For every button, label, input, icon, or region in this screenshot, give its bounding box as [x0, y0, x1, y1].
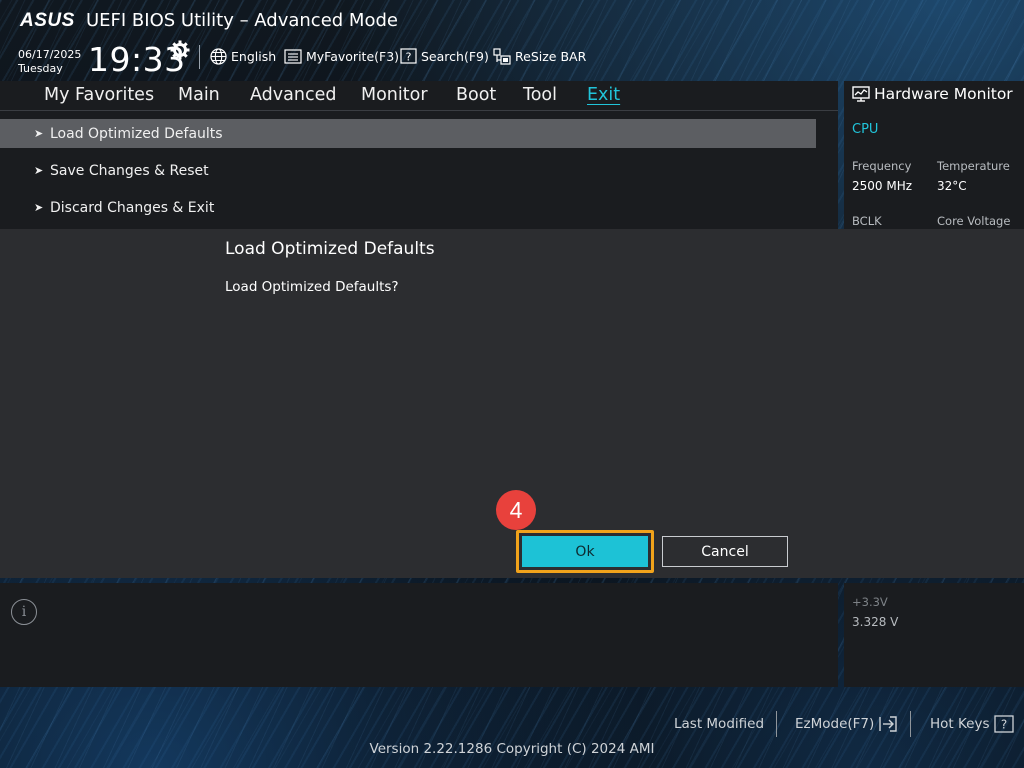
dialog-title: Load Optimized Defaults	[225, 239, 435, 259]
step-number-badge: 4	[496, 490, 536, 530]
ezmode-label: EzMode(F7)	[795, 716, 875, 732]
temperature-label: Temperature	[937, 159, 1010, 173]
version-text: Version 2.22.1286 Copyright (C) 2024 AMI	[369, 741, 655, 757]
footer-divider	[910, 711, 911, 737]
tab-advanced[interactable]: Advanced	[250, 85, 336, 105]
day-text: Tuesday	[18, 62, 63, 75]
help-key-icon: ?	[993, 715, 1014, 733]
gear-icon[interactable]	[170, 40, 190, 60]
date-text: 06/17/2025	[18, 48, 82, 61]
language-label: English	[231, 48, 277, 64]
ezmode-button[interactable]: EzMode(F7)	[795, 714, 898, 734]
menu-item-label: Load Optimized Defaults	[50, 125, 223, 142]
frequency-label: Frequency	[852, 159, 912, 173]
help-info-panel: i	[0, 583, 838, 687]
arrow-right-icon: ➤	[34, 201, 44, 214]
v33-value: 3.328 V	[852, 615, 899, 629]
language-button[interactable]: English	[210, 47, 276, 65]
v33-label: +3.3V	[852, 595, 888, 609]
myfavorite-label: MyFavorite(F3)	[306, 48, 400, 64]
resize-bar-label: ReSize BAR	[515, 48, 587, 64]
dialog-message: Load Optimized Defaults?	[225, 279, 399, 295]
cpu-section-title: CPU	[852, 122, 879, 137]
menu-item-label: Save Changes & Reset	[50, 162, 209, 179]
app-title: UEFI BIOS Utility – Advanced Mode	[86, 10, 398, 31]
hot-keys-button[interactable]: Hot Keys ?	[930, 714, 1014, 734]
svg-text:?: ?	[1000, 718, 1006, 732]
arrow-right-icon: ➤	[34, 164, 44, 177]
temperature-value: 32°C	[937, 179, 967, 193]
ok-button-highlight: Ok	[516, 530, 654, 573]
menu-item-save-changes-reset[interactable]: ➤ Save Changes & Reset	[0, 156, 816, 185]
svg-text:?: ?	[406, 51, 412, 64]
search-help-icon: ?	[400, 48, 417, 64]
tab-boot[interactable]: Boot	[456, 85, 496, 105]
main-nav: My Favorites Main Advanced Monitor Boot …	[0, 81, 838, 111]
header-divider	[199, 45, 200, 69]
favorite-list-icon	[284, 48, 302, 64]
tab-my-favorites[interactable]: My Favorites	[44, 85, 154, 105]
tab-tool[interactable]: Tool	[523, 85, 557, 105]
exit-to-ezmode-icon	[879, 716, 897, 732]
confirm-dialog: Load Optimized Defaults Load Optimized D…	[0, 229, 1024, 578]
monitor-icon	[852, 86, 870, 102]
resize-bar-button[interactable]: ReSize BAR	[493, 47, 586, 65]
footer-divider	[776, 711, 777, 737]
frequency-value: 2500 MHz	[852, 179, 913, 193]
info-icon: i	[11, 599, 37, 625]
date-display: 06/17/2025 Tuesday	[18, 48, 81, 76]
cancel-button[interactable]: Cancel	[662, 536, 788, 567]
search-button[interactable]: ? Search(F9)	[400, 47, 489, 65]
myfavorite-button[interactable]: MyFavorite(F3)	[284, 47, 399, 65]
last-modified-button[interactable]: Last Modified	[674, 714, 764, 734]
exit-menu-panel: ➤ Load Optimized Defaults ➤ Save Changes…	[0, 111, 838, 229]
ok-button[interactable]: Ok	[522, 536, 648, 567]
header: ASUS UEFI BIOS Utility – Advanced Mode 0…	[0, 0, 1024, 80]
tab-exit[interactable]: Exit	[587, 85, 620, 105]
hardware-monitor-panel: Hardware Monitor CPU Frequency 2500 MHz …	[844, 81, 1024, 229]
core-voltage-label: Core Voltage	[937, 214, 1011, 228]
search-label: Search(F9)	[421, 48, 489, 64]
asus-logo: ASUS	[20, 10, 75, 31]
hardware-monitor-lower: +3.3V 3.328 V	[844, 583, 1024, 687]
globe-icon	[210, 47, 227, 65]
menu-item-load-optimized-defaults[interactable]: ➤ Load Optimized Defaults	[0, 119, 816, 148]
hardware-monitor-label: Hardware Monitor	[874, 85, 1013, 103]
last-modified-label: Last Modified	[674, 716, 765, 732]
tab-monitor[interactable]: Monitor	[361, 85, 428, 105]
arrow-right-icon: ➤	[34, 127, 44, 140]
bclk-label: BCLK	[852, 214, 882, 228]
hot-keys-label: Hot Keys	[930, 716, 990, 732]
tab-main[interactable]: Main	[178, 85, 220, 105]
menu-item-discard-changes-exit[interactable]: ➤ Discard Changes & Exit	[0, 193, 816, 222]
menu-item-label: Discard Changes & Exit	[50, 199, 215, 216]
resize-bar-icon	[493, 47, 511, 65]
hardware-monitor-title: Hardware Monitor	[852, 85, 1013, 103]
